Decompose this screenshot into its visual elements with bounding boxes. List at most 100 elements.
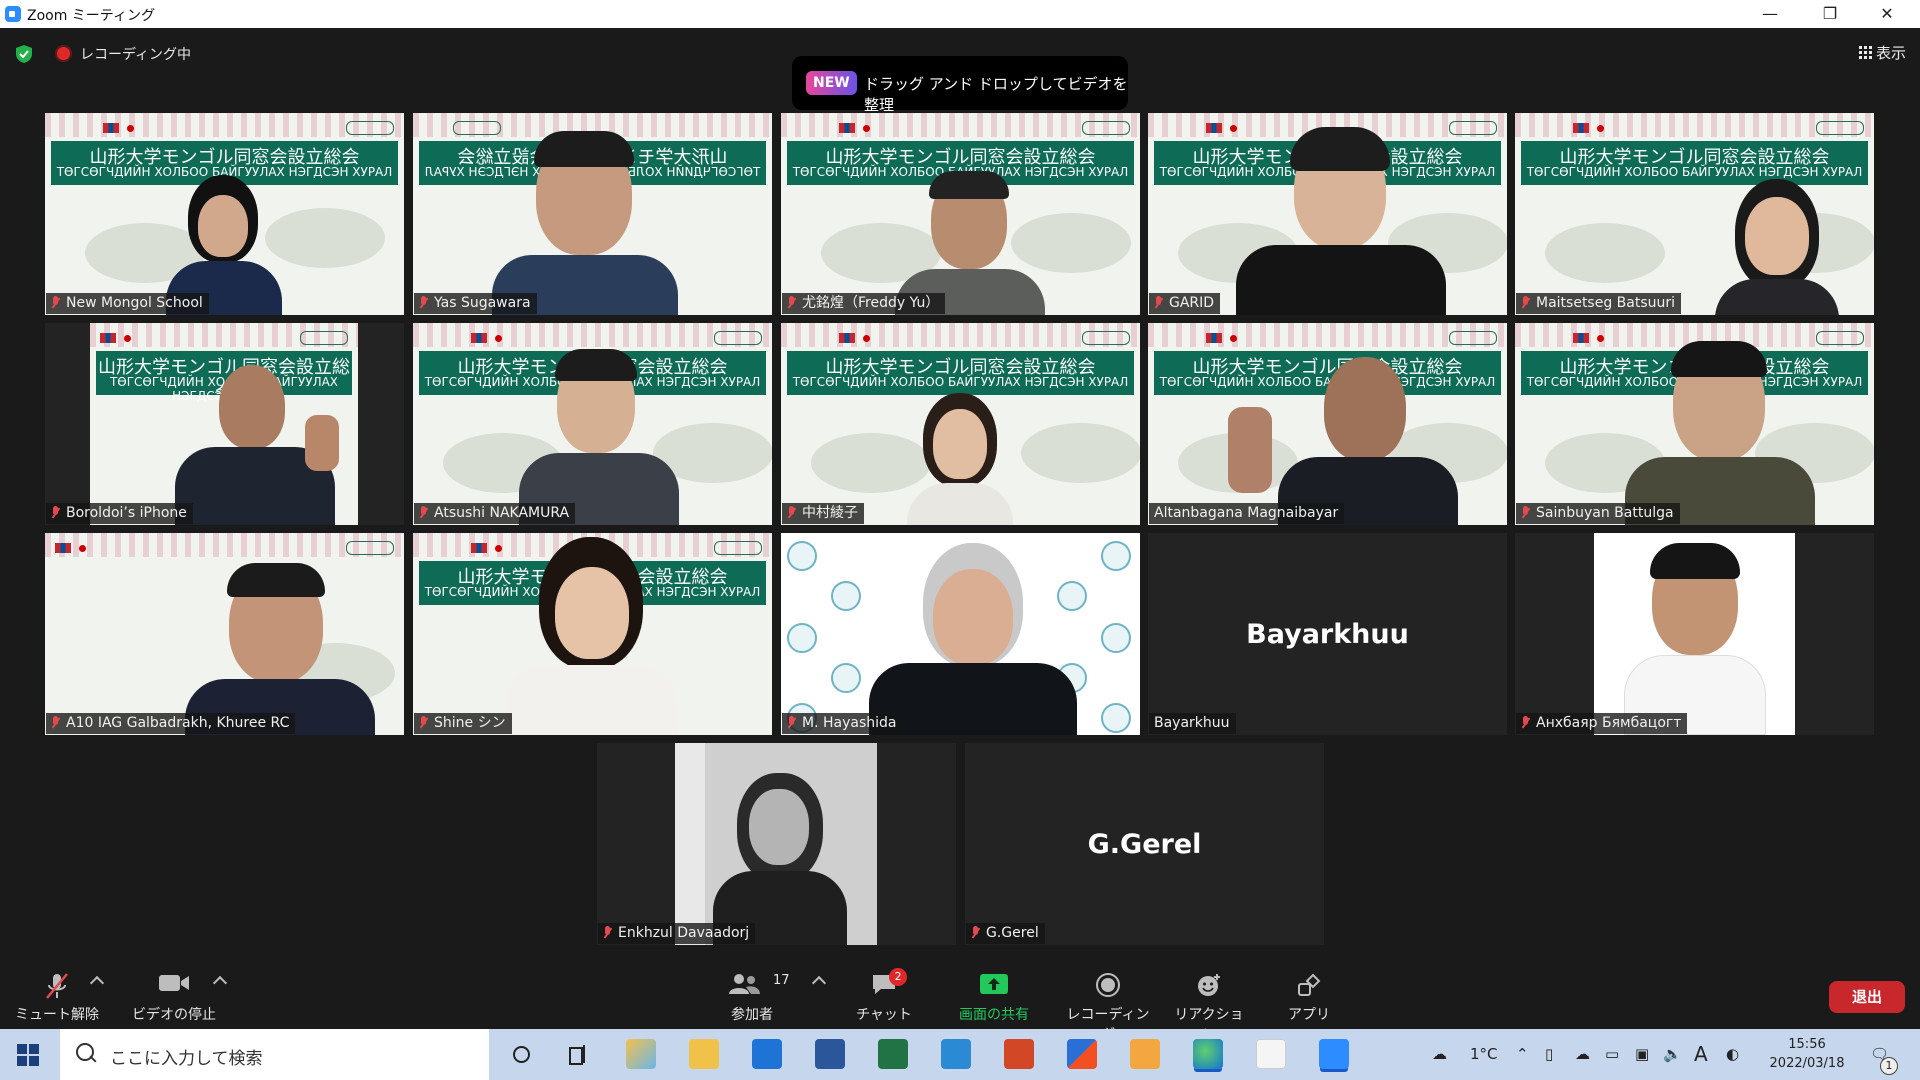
- windows-start-icon[interactable]: [17, 1044, 39, 1066]
- stop-video-label: ビデオの停止: [132, 1007, 216, 1023]
- clock-date: 2022/03/18: [1769, 1056, 1845, 1071]
- video-tile[interactable]: 山形大学モンゴル同窓会設立総会ТӨГСӨГЧДИЙН ХОЛБОО БАЙГУУ…: [413, 533, 772, 735]
- cortana-icon[interactable]: [506, 1039, 536, 1069]
- video-tile[interactable]: 山形大学モンゴル同窓会設立総会ТӨГСӨГЧДИЙН ХОЛБОО БАЙГУУ…: [1148, 113, 1507, 315]
- reactions-button[interactable]: リアクション: [1172, 952, 1246, 1043]
- video-tile[interactable]: M. Hayashida: [781, 533, 1140, 735]
- photos-icon[interactable]: [941, 1039, 971, 1069]
- powerpoint-icon[interactable]: [1004, 1039, 1034, 1069]
- zoom-taskbar-icon[interactable]: [1319, 1039, 1349, 1069]
- mic-muted-icon: [419, 296, 428, 309]
- mic-muted-icon: [419, 716, 428, 729]
- mic-muted-icon: [51, 716, 60, 729]
- apps-icon: [1298, 973, 1321, 996]
- video-tile[interactable]: 山形大学モンゴル同窓会設立総会ТӨГСӨГЧДИЙН ХОЛБОО БАЙГУУ…: [781, 323, 1140, 525]
- video-tile-camera-off[interactable]: G.Gerel G.Gerel: [965, 743, 1324, 945]
- leave-meeting-button[interactable]: 退出: [1829, 981, 1905, 1013]
- video-tile[interactable]: A10 IAG Galbadrakh, Khuree RC: [45, 533, 404, 735]
- volume-icon[interactable]: 🔈: [1663, 1029, 1682, 1080]
- taskbar-search-box[interactable]: ここに入力して検索: [60, 1029, 489, 1080]
- video-tile[interactable]: 山形大学モンゴル同窓会設立総会ТӨГСӨГЧДИЙН ХОЛБОО БАЙГУУ…: [1515, 323, 1874, 525]
- battery-icon[interactable]: ▭: [1605, 1029, 1619, 1080]
- weather-icon[interactable]: ☁: [1432, 1029, 1447, 1080]
- view-button[interactable]: 表示: [1858, 42, 1906, 63]
- weather-temperature[interactable]: 1°C: [1470, 1029, 1498, 1080]
- video-tile[interactable]: Enkhzul Davaadorj: [597, 743, 956, 945]
- apps-button[interactable]: アプリ: [1274, 952, 1344, 1029]
- taskbar-clock[interactable]: 15:56 2022/03/18: [1762, 1035, 1852, 1073]
- grid-icon: [1858, 46, 1872, 59]
- video-tile[interactable]: Анхбаяр Бямбацогт: [1515, 533, 1874, 735]
- clock-time: 15:56: [1788, 1037, 1826, 1052]
- video-camera-icon: [159, 975, 189, 991]
- minimize-button[interactable]: —: [1747, 0, 1793, 28]
- mic-muted-icon: [603, 926, 612, 939]
- chat-unread-badge: 2: [889, 968, 907, 986]
- media-player-icon[interactable]: [1130, 1039, 1160, 1069]
- video-tile[interactable]: 山形大学モンゴル同窓会設立総会ТӨГСӨГЧДИЙН ХОЛБОО БАЙГУУ…: [45, 323, 404, 525]
- video-tile[interactable]: 山形大学モンゴル同窓会設立総会ТӨГСӨГЧДИЙН ХОЛБОО БАЙГУУ…: [413, 323, 772, 525]
- tray-overflow-chevron-icon[interactable]: ⌃: [1516, 1029, 1529, 1080]
- mic-muted-icon: [1521, 716, 1530, 729]
- close-button[interactable]: ✕: [1864, 0, 1910, 28]
- zoom-app-icon: [5, 6, 21, 22]
- participants-options-chevron-icon[interactable]: [811, 975, 827, 991]
- unmute-label: ミュート解除: [15, 1007, 99, 1023]
- recording-status[interactable]: レコーディング中: [80, 44, 191, 64]
- mic-muted-icon: [787, 296, 796, 309]
- participant-name-tag: G.Gerel: [966, 923, 1045, 944]
- apps-label: アプリ: [1288, 1007, 1330, 1023]
- video-tile[interactable]: 山形大学モンゴル同窓会設立総会ТӨГСӨГЧДИЙН ХОЛБОО БАЙГУУ…: [413, 113, 772, 315]
- file-explorer-icon[interactable]: [689, 1039, 719, 1069]
- tip-banner[interactable]: NEW ドラッグ アンド ドロップしてビデオを整理: [792, 56, 1128, 114]
- unmute-button[interactable]: ミュート解除: [14, 952, 100, 1029]
- word-icon[interactable]: [815, 1039, 845, 1069]
- participants-button[interactable]: 17 参加者: [718, 952, 790, 1029]
- participant-name-tag: Shine シン: [414, 713, 512, 734]
- stop-video-button[interactable]: ビデオの停止: [128, 952, 220, 1029]
- participant-name-tag: Sainbuyan Battulga: [1516, 503, 1680, 524]
- participant-name-tag: Bayarkhuu: [1149, 713, 1236, 734]
- participant-name-tag: Atsushi NAKAMURA: [414, 503, 576, 524]
- restore-button[interactable]: ❐: [1807, 0, 1853, 28]
- focus-assist-icon[interactable]: ◐: [1726, 1029, 1739, 1080]
- excel-icon[interactable]: [878, 1039, 908, 1069]
- share-screen-icon: [980, 974, 1008, 994]
- mail-icon[interactable]: [752, 1039, 782, 1069]
- mic-muted-icon: [1521, 296, 1530, 309]
- task-view-icon[interactable]: [563, 1039, 593, 1069]
- video-tile[interactable]: 山形大学モンゴル同窓会設立総会ТӨГСӨГЧДИЙН ХОЛБОО БАЙГУУ…: [1515, 113, 1874, 315]
- network-icon[interactable]: ▣: [1635, 1029, 1649, 1080]
- chat-button[interactable]: 2 チャット: [850, 952, 918, 1029]
- participant-name-tag: Maitsetseg Batsuuri: [1516, 293, 1682, 314]
- mic-muted-icon: [1521, 506, 1530, 519]
- video-tile[interactable]: 山形大学モンゴル同窓会設立総会ТӨГСӨГЧДИЙН ХОЛБОО БАЙГУУ…: [45, 113, 404, 315]
- microsoft-store-icon[interactable]: [1067, 1039, 1097, 1069]
- participants-icon: [728, 974, 760, 994]
- share-screen-label: 画面の共有: [959, 1007, 1029, 1023]
- onedrive-icon[interactable]: ☁: [1575, 1029, 1590, 1080]
- participant-name-tag: GARID: [1149, 293, 1221, 314]
- tip-banner-text: ドラッグ アンド ドロップしてビデオを整理: [864, 75, 1128, 114]
- device-icon[interactable]: ▯: [1545, 1029, 1553, 1080]
- record-icon: [1096, 973, 1120, 997]
- search-icon: [76, 1043, 94, 1061]
- record-button[interactable]: レコーディング: [1060, 952, 1156, 1043]
- new-badge: NEW: [806, 71, 857, 95]
- windows-taskbar: ここに入力して検索 ☁ 1°C ⌃ ▯ ☁ ▭ ▣ 🔈 A ◐ 15:56 20…: [0, 1029, 1920, 1080]
- video-tile-active-speaker[interactable]: 山形大学モンゴル同窓会設立総会 ТӨГСӨГЧДИЙН ХОЛБОО БАЙГУУ…: [1148, 323, 1507, 525]
- video-tile[interactable]: 山形大学モンゴル同窓会設立総会ТӨГСӨГЧДИЙН ХОЛБОО БАЙГУУ…: [781, 113, 1140, 315]
- chat-label: チャット: [856, 1007, 912, 1023]
- paint-3d-icon[interactable]: [626, 1039, 656, 1069]
- edge-browser-icon[interactable]: [1193, 1039, 1223, 1069]
- participant-name-tag: Altanbagana Magnaibayar: [1149, 503, 1345, 524]
- video-tile-camera-off[interactable]: Bayarkhuu Bayarkhuu: [1148, 533, 1507, 735]
- security-shield-icon[interactable]: [14, 44, 34, 64]
- participant-name-tag: Boroldoi’s iPhone: [46, 503, 193, 524]
- mic-muted-icon: [787, 716, 796, 729]
- itunes-icon[interactable]: [1256, 1039, 1286, 1069]
- ime-mode-indicator[interactable]: A: [1694, 1029, 1708, 1080]
- participant-name-tag: 尤銘煌（Freddy Yu）: [782, 293, 946, 314]
- participant-name-tag: M. Hayashida: [782, 713, 903, 734]
- share-screen-button[interactable]: 画面の共有: [951, 952, 1037, 1029]
